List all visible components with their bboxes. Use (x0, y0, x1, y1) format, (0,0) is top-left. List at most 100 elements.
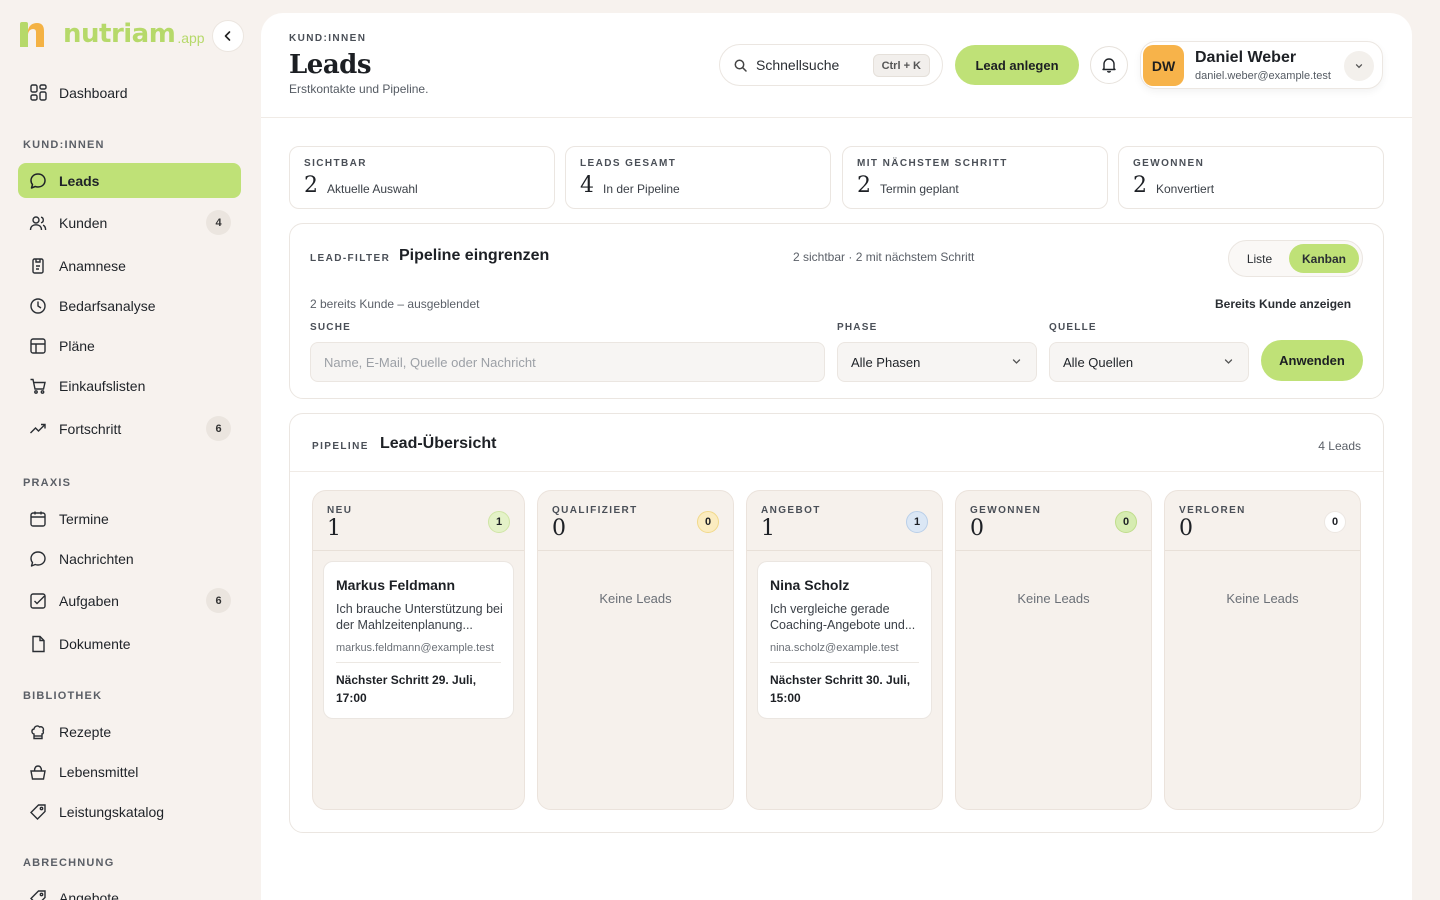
lead-count: 4 Leads (1318, 439, 1361, 453)
user-name: Daniel Weber (1195, 49, 1297, 66)
view-toggle: Liste Kanban (1228, 240, 1363, 277)
sidebar-item-dashboard[interactable]: Dashboard (18, 75, 241, 110)
sidebar: nutriam .app Dashboard KUND:INNEN Leads … (0, 0, 260, 900)
pipeline-panel: PIPELINE Lead-Übersicht 4 Leads NEU 1 1 … (289, 413, 1384, 833)
sidebar-item-label: Termine (59, 510, 109, 527)
phase-select-value: Alle Phasen (851, 354, 921, 370)
pipeline-header: PIPELINE Lead-Übersicht 4 Leads (290, 414, 1383, 472)
sidebar-item-nachrichten[interactable]: Nachrichten (18, 541, 241, 576)
user-menu[interactable]: DW Daniel Weber daniel.weber@example.tes… (1140, 41, 1383, 89)
stat-label: SICHTBAR (304, 158, 367, 169)
stat-description: Konvertiert (1156, 182, 1215, 196)
column-badge: 0 (697, 511, 719, 533)
hidden-customers-note: 2 bereits Kunde – ausgeblendet (310, 297, 480, 311)
tag-icon (29, 889, 47, 900)
lead-filter-panel: LEAD-FILTER Pipeline eingrenzen 2 sichtb… (289, 223, 1384, 399)
apply-filter-button[interactable]: Anwenden (1261, 340, 1363, 381)
section-abrechnung: ABRECHNUNG (23, 857, 115, 869)
lead-name: Markus Feldmann (336, 577, 456, 593)
column-header: QUALIFIZIERT 0 0 (538, 491, 733, 551)
calendar-icon (29, 510, 47, 528)
column-label: GEWONNEN (970, 505, 1042, 516)
column-header: NEU 1 1 (313, 491, 524, 551)
collapse-sidebar-button[interactable] (212, 20, 244, 52)
stat-label: LEADS GESAMT (580, 158, 677, 169)
empty-state: Keine Leads (1226, 591, 1299, 606)
breadcrumb: KUND:INNEN (289, 33, 367, 44)
source-select-value: Alle Quellen (1063, 354, 1134, 370)
app-logo[interactable]: nutriam .app (17, 19, 205, 49)
column-badge: 1 (488, 511, 510, 533)
lead-card[interactable]: Markus Feldmann Ich brauche Unterstützun… (323, 561, 514, 719)
notifications-button[interactable] (1090, 46, 1128, 84)
sidebar-item-rezepte[interactable]: Rezepte (18, 714, 241, 749)
checkbox-icon (29, 592, 47, 610)
sidebar-item-plaene[interactable]: Pläne (18, 328, 241, 363)
main-content: KUND:INNEN Leads Erstkontakte und Pipeli… (261, 13, 1412, 900)
stat-description: Aktuelle Auswahl (327, 182, 418, 196)
source-field-label: QUELLE (1049, 322, 1097, 333)
divider (770, 662, 919, 663)
clipboard-icon (29, 257, 47, 275)
filter-eyebrow: LEAD-FILTER (310, 253, 391, 264)
quick-search-button[interactable]: Schnellsuche Ctrl + K (719, 44, 943, 86)
sidebar-item-kunden[interactable]: Kunden 4 (18, 205, 241, 240)
stat-card-won: GEWONNEN 2 Konvertiert (1118, 146, 1384, 209)
stat-value: 4 (580, 173, 594, 198)
logo-suffix: .app (177, 30, 205, 46)
sidebar-item-label: Kunden (59, 214, 108, 231)
stat-card-total: LEADS GESAMT 4 In der Pipeline (565, 146, 831, 209)
sidebar-item-label: Anamnese (59, 257, 126, 274)
sidebar-item-einkaufslisten[interactable]: Einkaufslisten (18, 368, 241, 403)
stat-description: Termin geplant (880, 182, 959, 196)
sidebar-item-label: Leads (59, 172, 100, 189)
search-input[interactable]: Name, E-Mail, Quelle oder Nachricht (310, 342, 825, 382)
kanban-column-angebot: ANGEBOT 1 1 Nina Scholz Ich vergleiche g… (746, 490, 943, 810)
lead-next-step: Nächster Schritt 30. Juli, 15:00 (770, 673, 911, 705)
sidebar-item-aufgaben[interactable]: Aufgaben 6 (18, 583, 241, 618)
cart-icon (29, 377, 47, 395)
search-label: Schnellsuche (756, 57, 840, 73)
sidebar-item-leads[interactable]: Leads (18, 163, 241, 198)
view-list-button[interactable]: Liste (1232, 244, 1287, 273)
sidebar-item-label: Dokumente (59, 635, 131, 652)
section-bibliothek: BIBLIOTHEK (23, 690, 103, 702)
bell-icon (1102, 58, 1116, 73)
document-icon (29, 635, 47, 653)
source-select[interactable]: Alle Quellen (1049, 342, 1249, 382)
dashboard-icon (29, 84, 47, 102)
sidebar-item-angebote[interactable]: Angebote (18, 880, 241, 900)
stat-description: In der Pipeline (603, 182, 680, 196)
phase-select[interactable]: Alle Phasen (837, 342, 1037, 382)
stat-value: 2 (857, 173, 871, 198)
sidebar-item-label: Angebote (59, 889, 119, 900)
count-badge: 4 (206, 210, 231, 235)
stat-value: 2 (304, 173, 318, 198)
stat-label: GEWONNEN (1133, 158, 1205, 169)
kanban-column-neu: NEU 1 1 Markus Feldmann Ich brauche Unte… (312, 490, 525, 810)
sidebar-item-leistungskatalog[interactable]: Leistungskatalog (18, 794, 241, 829)
sidebar-item-label: Aufgaben (59, 592, 119, 609)
sidebar-item-bedarfsanalyse[interactable]: Bedarfsanalyse (18, 288, 241, 323)
sidebar-item-lebensmittel[interactable]: Lebensmittel (18, 754, 241, 789)
divider (336, 662, 501, 663)
lead-card[interactable]: Nina Scholz Ich vergleiche gerade Coachi… (757, 561, 932, 719)
sidebar-item-anamnese[interactable]: Anamnese (18, 248, 241, 283)
lead-email: nina.scholz@example.test (770, 642, 899, 654)
stat-label: MIT NÄCHSTEM SCHRITT (857, 158, 1008, 169)
add-lead-button[interactable]: Lead anlegen (955, 45, 1079, 85)
sidebar-item-dokumente[interactable]: Dokumente (18, 626, 241, 661)
column-badge: 1 (906, 511, 928, 533)
lead-email: markus.feldmann@example.test (336, 642, 494, 654)
sidebar-item-termine[interactable]: Termine (18, 501, 241, 536)
sidebar-item-label: Bedarfsanalyse (59, 297, 156, 314)
message-icon (29, 550, 47, 568)
show-customers-link[interactable]: Bereits Kunde anzeigen (1215, 297, 1351, 311)
column-count: 0 (552, 516, 566, 541)
user-menu-toggle[interactable] (1344, 51, 1374, 81)
column-count: 1 (327, 516, 341, 541)
sidebar-item-fortschritt[interactable]: Fortschritt 6 (18, 411, 241, 446)
view-kanban-button[interactable]: Kanban (1289, 244, 1359, 273)
lead-message: Ich brauche Unterstützung bei der Mahlze… (336, 602, 503, 632)
grid-icon (29, 337, 47, 355)
